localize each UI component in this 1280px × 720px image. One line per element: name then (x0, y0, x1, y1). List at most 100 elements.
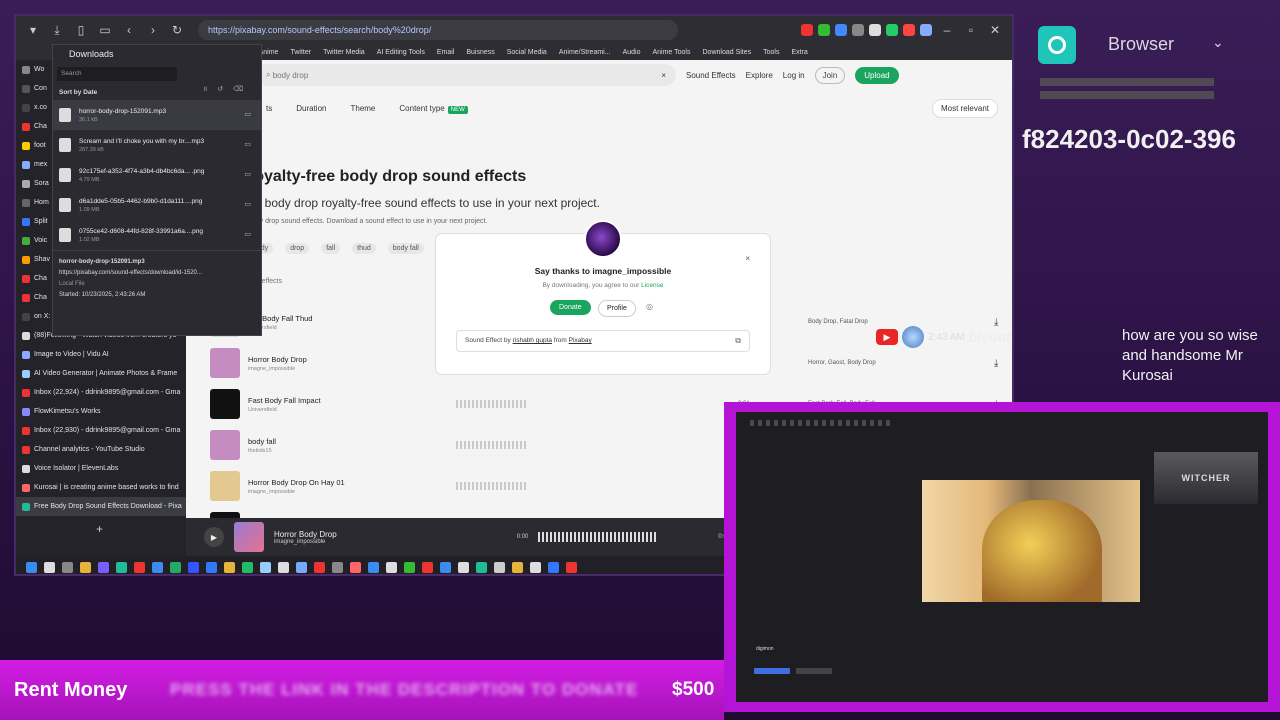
address-bar[interactable]: https://pixabay.com/sound-effects/search… (198, 20, 678, 40)
bookmark-item[interactable]: Twitter Media (323, 49, 365, 56)
play-icon[interactable]: ▶ (204, 527, 224, 547)
result-title[interactable]: Horror Body Drop On Hay 01 (248, 478, 345, 487)
tabs-icon[interactable]: ▭ (96, 21, 114, 39)
taskbar-app-icon[interactable] (80, 561, 91, 573)
folder-icon[interactable]: ▭ (244, 140, 251, 148)
sidebar-tab[interactable]: Kurosai | is creating anime based works … (16, 478, 186, 497)
bookmark-item[interactable]: Extra (791, 49, 807, 56)
result-waveform[interactable] (456, 400, 526, 408)
downloads-icon[interactable]: ⤓ (48, 21, 66, 39)
taskbar-app-icon[interactable] (566, 561, 577, 573)
back-icon[interactable]: ‹ (120, 21, 138, 39)
pause-icon[interactable]: ॥ (203, 85, 207, 94)
tag-chip[interactable]: body fall (387, 243, 424, 254)
download-item[interactable]: 0755ce42-d608-44fd-828f-33991a6a....png 1… (53, 220, 261, 250)
license-link[interactable]: License (641, 282, 663, 289)
upload-button[interactable]: Upload (855, 66, 899, 84)
sort-dropdown[interactable]: Most relevant (931, 98, 998, 118)
bookmark-item[interactable]: Email (437, 49, 455, 56)
donate-button[interactable]: Donate (550, 300, 591, 315)
bookmark-item[interactable]: Twitter (290, 49, 311, 56)
sidebar-tab[interactable]: Free Body Drop Sound Effects Download - … (16, 497, 186, 516)
sidebar-tab[interactable]: AI Video Generator | Animate Photos & Fr… (16, 364, 186, 383)
taskbar-app-icon[interactable] (134, 561, 145, 573)
explore-menu[interactable]: Explore (746, 71, 773, 80)
result-author[interactable]: thekids15 (248, 448, 276, 454)
taskbar-app-icon[interactable] (422, 561, 433, 573)
new-tab-button[interactable]: + (96, 522, 103, 536)
credit-site-link[interactable]: Pixabay (569, 337, 592, 344)
tag-chip[interactable]: fall (321, 243, 341, 254)
download-item[interactable]: 92c175ef-a352-4f74-a3b4-db4bc6da... .png… (53, 160, 261, 190)
clear-search-icon[interactable]: × (661, 71, 666, 80)
instagram-icon[interactable]: ◎ (646, 302, 653, 311)
credit-author-link[interactable]: rishabh gupta (513, 337, 552, 344)
taskbar-app-icon[interactable] (242, 561, 253, 573)
sound-effects-menu[interactable]: Sound Effects (686, 71, 736, 80)
extension-icon[interactable] (818, 24, 830, 36)
download-icon[interactable]: ⤓ (994, 358, 998, 369)
sidebar-tab[interactable]: Image to Video | Vidu AI (16, 345, 186, 364)
taskbar-app-icon[interactable] (260, 561, 271, 573)
taskbar-app-icon[interactable] (188, 561, 199, 573)
taskbar-app-icon[interactable] (350, 561, 361, 573)
result-title[interactable]: Fast Body Fall Impact (248, 396, 321, 405)
filter-ts[interactable]: ts (266, 104, 272, 113)
tag-chip[interactable]: drop (285, 243, 310, 254)
taskbar-app-icon[interactable] (116, 561, 127, 573)
taskbar-app-icon[interactable] (548, 561, 559, 573)
bookmark-item[interactable]: Anime Tools (652, 49, 690, 56)
obs-primary-button[interactable] (754, 668, 790, 674)
result-author[interactable]: imagne_impossible (248, 489, 345, 495)
extension-icon[interactable] (852, 24, 864, 36)
download-item[interactable]: horror-body-drop-152091.mp3 36.1 kB ▭ (53, 100, 261, 130)
bookmark-item[interactable]: Buisness (466, 49, 494, 56)
result-author[interactable]: imagne_impossible (248, 366, 307, 372)
extension-icon[interactable] (886, 24, 898, 36)
taskbar-app-icon[interactable] (530, 561, 541, 573)
search-input[interactable]: ⌕ body drop × (256, 64, 676, 86)
taskbar-app-icon[interactable] (170, 561, 181, 573)
detail-url[interactable]: https://pixabay.com/sound-effects/downlo… (59, 268, 255, 279)
taskbar-app-icon[interactable] (26, 561, 37, 573)
sidebar-tab[interactable]: FlowKimetsu's Works (16, 402, 186, 421)
reload-icon[interactable]: ↻ (168, 21, 186, 39)
extension-icon[interactable] (869, 24, 881, 36)
sidebar-toggle-icon[interactable]: ▯ (72, 21, 90, 39)
filter-theme[interactable]: Theme (350, 104, 375, 113)
bookmark-item[interactable]: AI Editing Tools (377, 49, 425, 56)
taskbar-app-icon[interactable] (332, 561, 343, 573)
folder-icon[interactable]: ▭ (244, 170, 251, 178)
taskbar-app-icon[interactable] (458, 561, 469, 573)
taskbar-app-icon[interactable] (512, 561, 523, 573)
filter-content-type[interactable]: Content type NEW (399, 104, 468, 114)
menu-icon[interactable]: ▾ (24, 21, 42, 39)
taskbar-app-icon[interactable] (296, 561, 307, 573)
filter-duration[interactable]: Duration (296, 104, 326, 113)
join-button[interactable]: Join (814, 66, 846, 84)
folder-icon[interactable]: ▭ (244, 230, 251, 238)
history-icon[interactable]: ↺ (217, 85, 223, 94)
profile-avatar[interactable] (920, 24, 932, 36)
bookmark-item[interactable]: Audio (623, 49, 641, 56)
bookmark-item[interactable]: Tools (763, 49, 779, 56)
taskbar-app-icon[interactable] (494, 561, 505, 573)
taskbar-app-icon[interactable] (440, 561, 451, 573)
login-link[interactable]: Log in (783, 71, 805, 80)
extension-icon[interactable] (903, 24, 915, 36)
taskbar-app-icon[interactable] (206, 561, 217, 573)
download-item[interactable]: d6a1dde5-05b5-4462-b9b0-d1da111....png 1.… (53, 190, 261, 220)
player-waveform[interactable] (538, 532, 659, 542)
taskbar-app-icon[interactable] (62, 561, 73, 573)
result-waveform[interactable] (456, 441, 526, 449)
result-waveform[interactable] (456, 482, 526, 490)
taskbar-app-icon[interactable] (368, 561, 379, 573)
taskbar-app-icon[interactable] (44, 561, 55, 573)
sidebar-tab[interactable]: Voice Isolator | ElevenLabs (16, 459, 186, 478)
taskbar-app-icon[interactable] (98, 561, 109, 573)
bookmark-item[interactable]: Social Media (507, 49, 547, 56)
taskbar-app-icon[interactable] (404, 561, 415, 573)
obs-secondary-button[interactable] (796, 668, 832, 674)
sidebar-tab[interactable]: Inbox (22,930) - ddrink9895@gmail.com - … (16, 421, 186, 440)
close-icon[interactable]: ✕ (986, 21, 1004, 39)
